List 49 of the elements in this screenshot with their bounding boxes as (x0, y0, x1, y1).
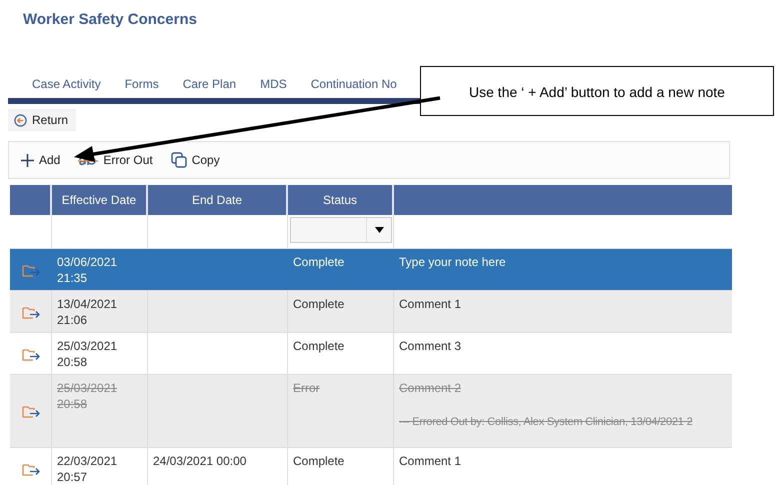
back-icon (14, 114, 27, 126)
status-text: Error (293, 380, 321, 396)
end-date: 24/03/2021 00:00 (153, 453, 248, 469)
tab[interactable]: Care Plan (170, 76, 248, 92)
folder-arrow-icon (22, 348, 40, 360)
page-title: Worker Safety Concerns (23, 11, 197, 28)
effective-date: 13/04/2021 (57, 296, 118, 312)
folder-arrow-icon (22, 264, 40, 276)
note-text: Comment 1 (399, 296, 462, 312)
status-text: Complete (293, 338, 346, 354)
toolbar-button[interactable]: Error Out (74, 151, 157, 169)
effective-time: 20:58 (57, 354, 88, 370)
note-detail-text: --- Errored Out by: Colliss, Alex System Clinician, 13/04/2021 2 (399, 415, 692, 430)
note-text: Comment 3 (399, 338, 462, 354)
effective-time: 21:35 (57, 270, 88, 286)
plus-icon (21, 154, 34, 166)
table-row[interactable]: 13/04/2021 21:06 Complete Comment 1 (10, 291, 732, 333)
tab[interactable]: Continuation No (298, 76, 409, 92)
note-text: Comment 2 (399, 380, 462, 396)
toolbar-button[interactable]: Copy (166, 150, 224, 170)
return-button[interactable]: Return (8, 109, 76, 131)
status-filter-dropdown[interactable] (290, 217, 392, 243)
tab[interactable]: MDS (248, 76, 299, 92)
status-text: Complete (293, 254, 346, 270)
column-header: End Date (148, 185, 288, 215)
status-text: Complete (293, 296, 346, 312)
effective-date: 25/03/2021 (57, 338, 118, 354)
folder-arrow-icon (22, 405, 40, 418)
effective-time: 20:58 (57, 396, 88, 412)
status-text: Complete (293, 453, 346, 469)
effective-time: 20:57 (57, 469, 88, 485)
callout-box: Use the ‘ + Add’ button to add a new note (420, 66, 774, 116)
table-row[interactable]: 25/03/2021 20:58 Complete Comment 3 (10, 333, 732, 375)
note-text: Type your note here (399, 254, 507, 270)
copy-icon (170, 152, 187, 168)
folder-arrow-icon (22, 306, 40, 318)
effective-date: 22/03/2021 (57, 453, 118, 469)
folder-arrow-icon (22, 462, 40, 476)
dropdown-caret-icon (374, 227, 384, 233)
effective-time: 21:06 (57, 312, 88, 328)
note-text: Comment 1 (399, 453, 462, 469)
effective-date: 25/03/2021 (57, 380, 118, 396)
column-header: Status (288, 185, 394, 215)
tab[interactable]: Case Activity (8, 76, 113, 92)
toolbar-button[interactable]: Add (17, 151, 64, 169)
column-header: Effective Date (52, 185, 148, 215)
effective-date: 03/06/2021 (57, 254, 118, 270)
table-row[interactable]: 03/06/2021 21:35 Complete Type your note here (10, 249, 732, 291)
tab[interactable]: Forms (112, 76, 171, 92)
